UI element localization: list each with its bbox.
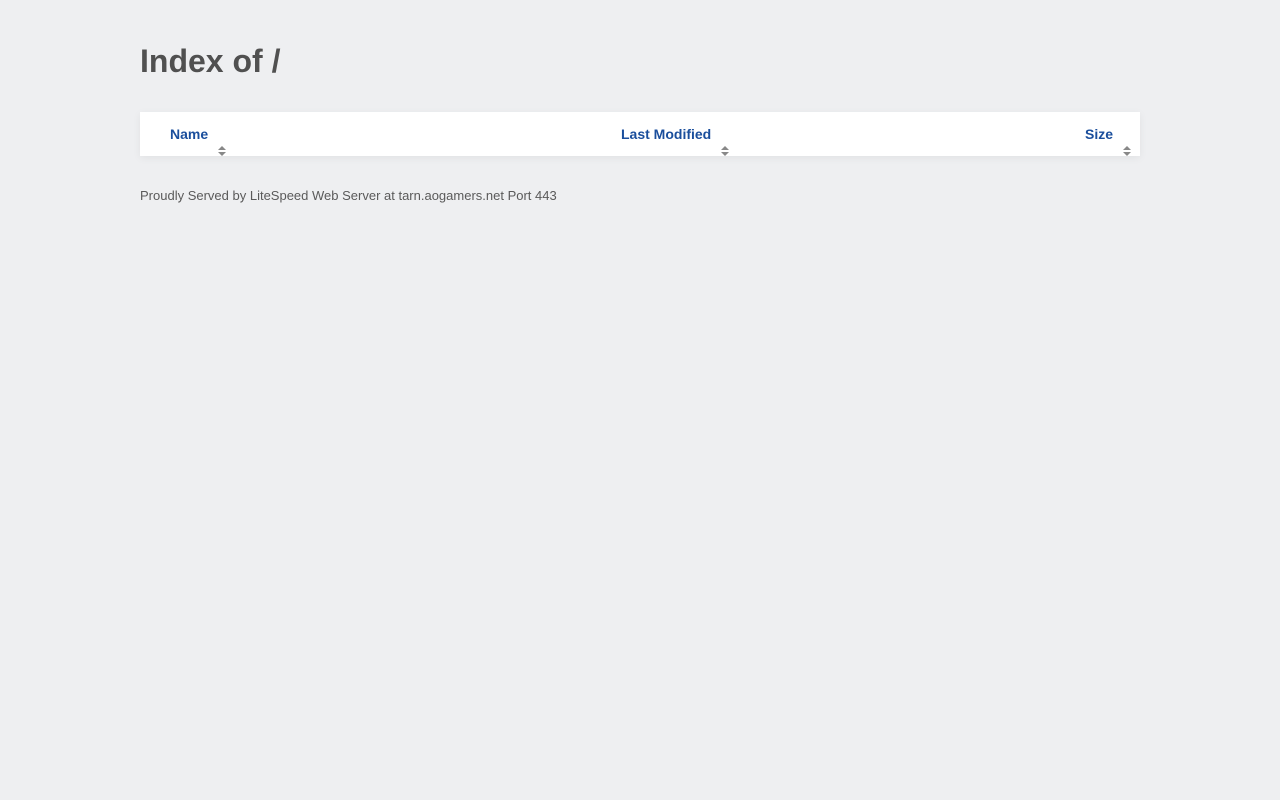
server-footer: Proudly Served by LiteSpeed Web Server a…: [140, 188, 557, 203]
name-header-label: Name: [170, 126, 209, 142]
size-header-label: Size: [1084, 126, 1113, 142]
page-title: Index of /: [140, 43, 281, 79]
sort-by-last-modified-link[interactable]: Last Modified: [621, 112, 730, 157]
sort-icon: [218, 129, 227, 157]
directory-listing-table: Name Last Modified Size: [140, 112, 1140, 157]
sort-by-size-link[interactable]: Size: [1084, 112, 1131, 157]
sort-icon: [1123, 129, 1131, 157]
last-modified-header-label: Last Modified: [621, 126, 712, 142]
sort-by-name-link[interactable]: Name: [170, 112, 227, 157]
sort-icon: [721, 129, 730, 157]
